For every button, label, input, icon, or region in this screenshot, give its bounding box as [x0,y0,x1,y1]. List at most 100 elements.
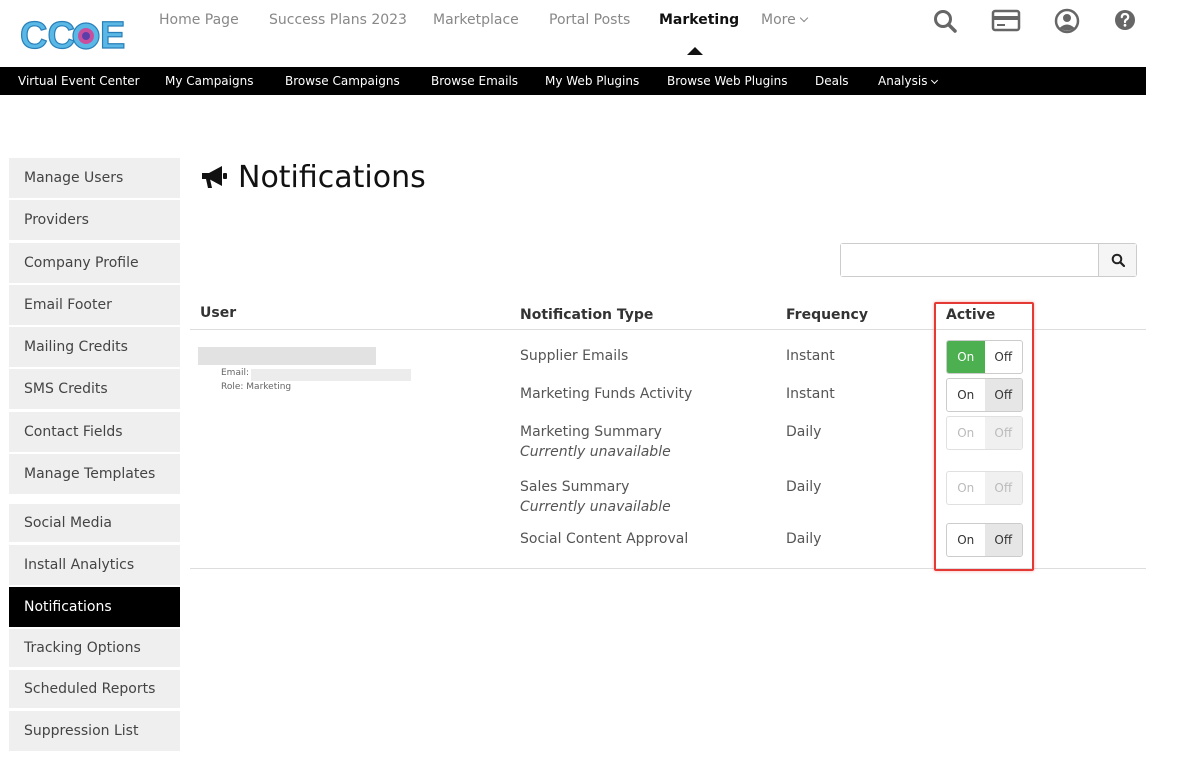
search-button[interactable] [1098,244,1136,276]
nav-portal-posts[interactable]: Portal Posts [549,12,630,28]
marketing-subnav: Virtual Event Center My Campaigns Browse… [0,67,1146,95]
subnav-analysis[interactable]: Analysis [878,74,937,88]
toggle-on-button: On [947,472,985,504]
toggle-off-button: Off [985,417,1023,449]
notification-type: Marketing Summary Currently unavailable [520,424,671,460]
sidebar-item-social-media[interactable]: Social Media [9,504,180,542]
billing-card-icon[interactable] [991,8,1021,34]
unavailable-note: Currently unavailable [520,499,671,515]
nav-marketplace[interactable]: Marketplace [433,12,519,28]
page-title-text: Notifications [238,160,426,195]
notifications-search [840,243,1137,277]
frequency-value: Instant [786,386,835,402]
active-toggle-disabled: On Off [946,471,1023,505]
sidebar-item-company-profile[interactable]: Company Profile [9,243,180,283]
redacted-user-email [251,369,411,381]
sidebar-item-label: Company Profile [24,255,139,271]
toggle-on-button: On [947,417,985,449]
search-icon[interactable] [932,8,958,34]
notification-type-label: Marketing Funds Activity [520,386,692,402]
page-title: Notifications [200,157,426,197]
active-toggle: On Off [946,523,1023,557]
svg-text:E: E [100,15,125,57]
unavailable-note: Currently unavailable [520,444,671,460]
frequency-value: Daily [786,424,821,440]
header-divider [190,329,1146,330]
toggle-off-button[interactable]: Off [985,524,1023,556]
notification-type: Marketing Funds Activity [520,386,692,402]
notification-type-label: Social Content Approval [520,531,688,547]
toggle-off-button[interactable]: Off [985,379,1023,411]
column-header-frequency: Frequency [786,307,868,323]
sidebar-item-label: Scheduled Reports [24,681,155,697]
toggle-on-button[interactable]: On [947,379,985,411]
sidebar-item-tracking-options[interactable]: Tracking Options [9,629,180,667]
frequency-value: Instant [786,348,835,364]
megaphone-icon [200,164,230,190]
notification-type-label: Sales Summary [520,479,629,495]
nav-success-plans[interactable]: Success Plans 2023 [269,12,407,28]
subnav-browse-web-plugins[interactable]: Browse Web Plugins [667,74,787,88]
sidebar-item-notifications[interactable]: Notifications [9,587,180,627]
active-toggle-disabled: On Off [946,416,1023,450]
subnav-my-web-plugins[interactable]: My Web Plugins [545,74,639,88]
sidebar-item-scheduled-reports[interactable]: Scheduled Reports [9,670,180,708]
search-icon [1111,253,1125,267]
redacted-user-name [198,347,376,365]
sidebar-item-label: Social Media [24,515,112,531]
sidebar-item-label: SMS Credits [24,381,108,397]
column-header-user: User [200,305,236,321]
toggle-on-button[interactable]: On [947,341,985,373]
nav-marketing[interactable]: Marketing [659,12,739,28]
user-email-label: Email: [221,368,249,378]
sidebar-item-install-analytics[interactable]: Install Analytics [9,545,180,585]
sidebar-item-label: Providers [24,212,89,228]
active-toggle: On Off [946,340,1023,374]
sidebar-item-email-footer[interactable]: Email Footer [9,285,180,325]
sidebar-item-manage-users[interactable]: Manage Users [9,158,180,198]
column-header-active: Active [946,307,995,323]
table-bottom-divider [190,568,1146,569]
sidebar-item-label: Email Footer [24,297,112,313]
sidebar-item-label: Install Analytics [24,557,134,573]
sidebar-item-label: Suppression List [24,723,138,739]
notification-type-label: Supplier Emails [520,348,628,364]
nav-home-page[interactable]: Home Page [159,12,239,28]
sidebar-item-mailing-credits[interactable]: Mailing Credits [9,327,180,367]
subnav-virtual-event-center[interactable]: Virtual Event Center [18,74,140,88]
notification-type: Social Content Approval [520,531,688,547]
subnav-deals[interactable]: Deals [815,74,849,88]
user-account-icon[interactable] [1054,8,1080,34]
notification-type: Sales Summary Currently unavailable [520,479,671,515]
chevron-down-icon [799,14,807,22]
sidebar-item-label: Mailing Credits [24,339,128,355]
top-navigation-bar: CC E Home Page Success Plans 2023 Market… [0,0,1179,66]
nav-more[interactable]: More [761,12,807,28]
sidebar-item-contact-fields[interactable]: Contact Fields [9,412,180,452]
sidebar-item-label: Manage Users [24,170,123,186]
active-nav-indicator [687,47,703,55]
toggle-off-button[interactable]: Off [985,341,1023,373]
subnav-browse-campaigns[interactable]: Browse Campaigns [285,74,400,88]
subnav-analysis-label: Analysis [878,74,927,88]
notification-type-label: Marketing Summary [520,424,662,440]
frequency-value: Daily [786,479,821,495]
sidebar-item-sms-credits[interactable]: SMS Credits [9,369,180,409]
subnav-my-campaigns[interactable]: My Campaigns [165,74,253,88]
subnav-browse-emails[interactable]: Browse Emails [431,74,518,88]
frequency-value: Daily [786,531,821,547]
sidebar-item-label: Tracking Options [24,640,141,656]
ccoe-logo[interactable]: CC E [18,12,126,60]
sidebar-item-label: Notifications [24,599,112,615]
sidebar-item-providers[interactable]: Providers [9,200,180,240]
sidebar-item-label: Contact Fields [24,424,123,440]
sidebar-item-manage-templates[interactable]: Manage Templates [9,454,180,494]
sidebar-item-suppression-list[interactable]: Suppression List [9,711,180,751]
svg-text:CC: CC [20,15,75,57]
toggle-on-button[interactable]: On [947,524,985,556]
notification-type: Supplier Emails [520,348,628,364]
sidebar-item-label: Manage Templates [24,466,155,482]
search-input[interactable] [841,244,1098,276]
help-icon[interactable] [1114,9,1136,31]
nav-more-label: More [761,12,796,28]
